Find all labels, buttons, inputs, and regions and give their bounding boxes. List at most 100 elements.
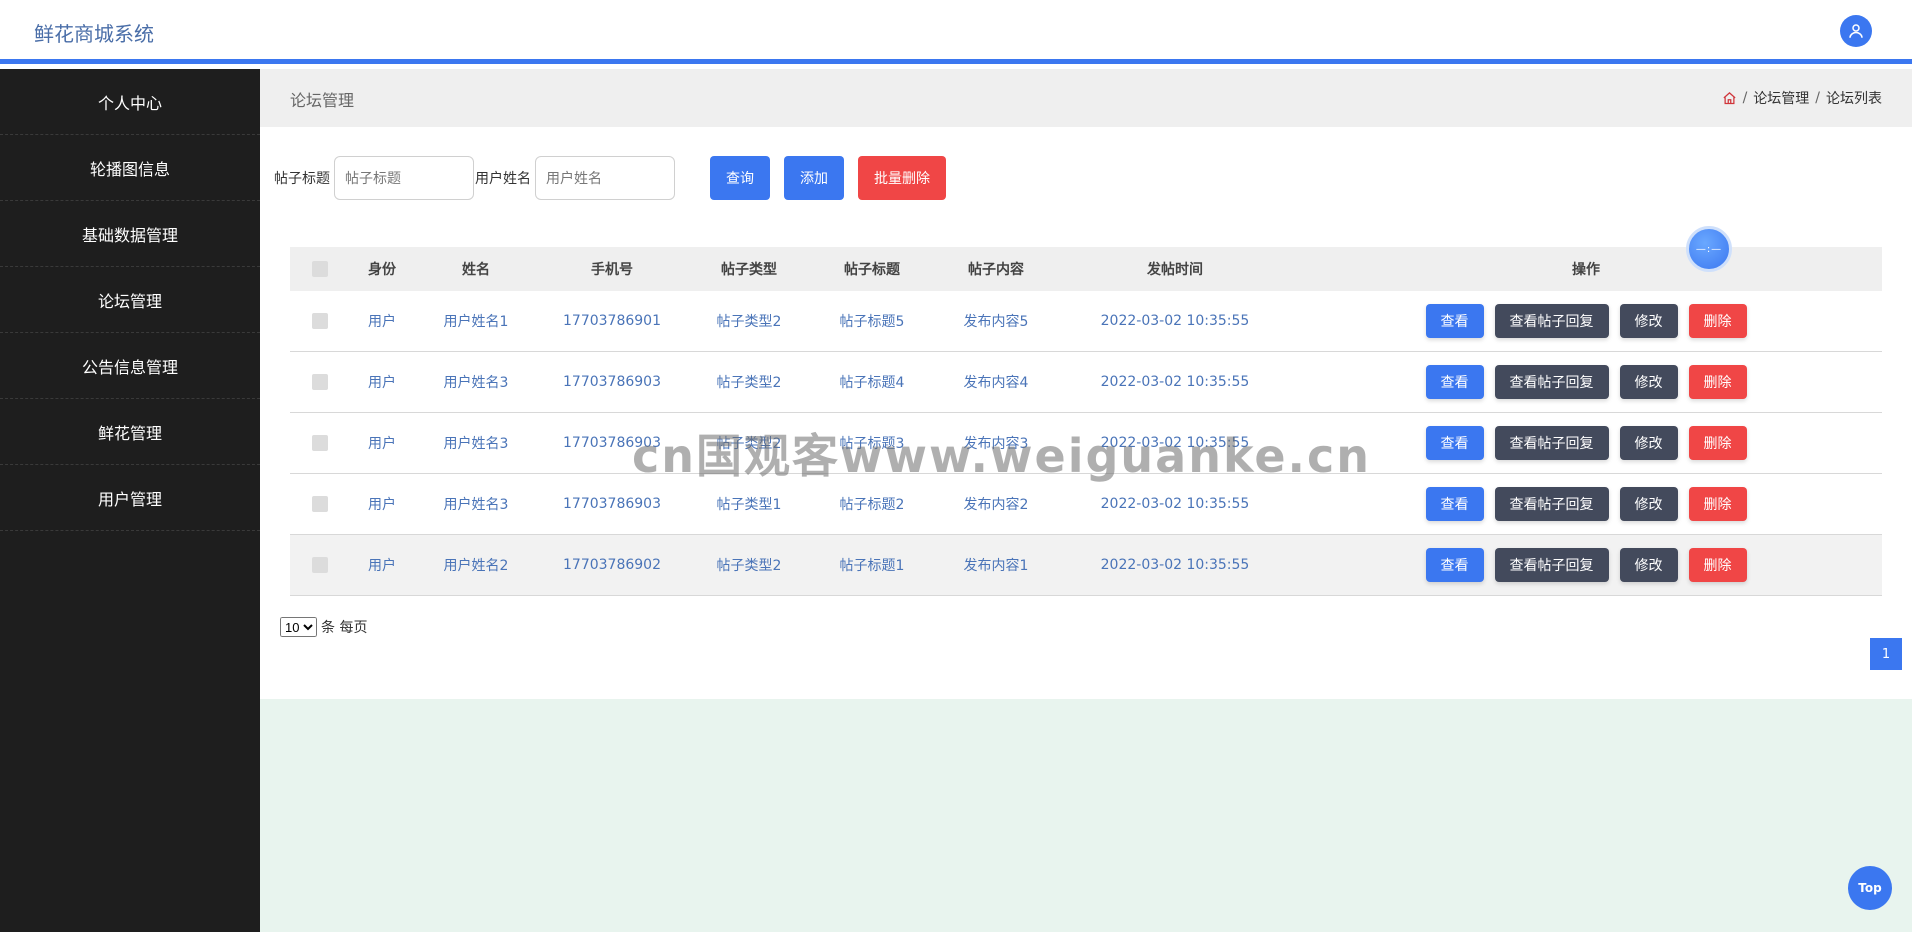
sidebar: 个人中心 轮播图信息 基础数据管理 论坛管理 公告信息管理 鲜花管理 用户管理 (0, 69, 260, 932)
page-number-button[interactable]: 1 (1870, 638, 1902, 670)
post-title-input[interactable] (334, 156, 474, 200)
sidebar-item-label: 鲜花管理 (97, 423, 162, 443)
row-checkbox[interactable] (312, 313, 328, 329)
app-title: 鲜花商城系统 (34, 22, 154, 46)
breadcrumb-separator: / (1742, 90, 1748, 106)
sidebar-item-label: 用户管理 (97, 489, 162, 509)
back-to-top-button[interactable]: Top (1848, 866, 1892, 910)
top-bar: 鲜花商城系统 (0, 0, 1912, 64)
header-post-title: 帖子标题 (844, 262, 900, 278)
batch-delete-button[interactable]: 批量删除 (858, 156, 946, 200)
header-phone: 手机号 (591, 262, 633, 278)
view-button[interactable]: 查看 (1425, 426, 1484, 460)
header-name: 姓名 (462, 262, 490, 278)
cell-post-content: 发布内容1 (963, 558, 1029, 574)
edit-button[interactable]: 修改 (1619, 426, 1678, 460)
delete-button[interactable]: 删除 (1688, 304, 1747, 338)
breadcrumb-item-forum[interactable]: 论坛管理 (1753, 88, 1809, 108)
delete-button[interactable]: 删除 (1688, 426, 1747, 460)
watermark-text: cn国观客www.weiguanke.cn (632, 429, 1372, 483)
cell-role: 用户 (368, 497, 396, 513)
header-actions: 操作 (1572, 262, 1600, 278)
cell-name: 用户姓名1 (443, 314, 509, 330)
page-title: 论坛管理 (290, 91, 355, 110)
cell-post-title: 帖子标题2 (839, 497, 905, 513)
row-checkbox[interactable] (312, 496, 328, 512)
table-row: 用户 用户姓名3 17703786903 帖子类型2 帖子标题4 发布内容4 2… (290, 352, 1882, 413)
cell-name: 用户姓名3 (443, 436, 509, 452)
sidebar-item-announcement[interactable]: 公告信息管理 (0, 333, 260, 399)
select-all-checkbox[interactable] (312, 261, 328, 277)
view-replies-button[interactable]: 查看帖子回复 (1494, 365, 1609, 399)
cell-post-time: 2022-03-02 10:35:55 (1100, 496, 1250, 512)
header-post-time: 发帖时间 (1147, 262, 1203, 278)
sidebar-item-basic-data[interactable]: 基础数据管理 (0, 201, 260, 267)
sidebar-item-label: 轮播图信息 (89, 159, 170, 179)
cell-post-content: 发布内容5 (963, 314, 1029, 330)
add-button[interactable]: 添加 (784, 156, 844, 200)
view-button[interactable]: 查看 (1425, 365, 1484, 399)
sidebar-item-users[interactable]: 用户管理 (0, 465, 260, 531)
cell-post-type: 帖子类型2 (716, 314, 782, 330)
breadcrumb: / 论坛管理 / 论坛列表 (1722, 88, 1882, 108)
view-button[interactable]: 查看 (1425, 304, 1484, 338)
table-header: 身份 姓名 手机号 帖子类型 帖子标题 帖子内容 发帖时间 操作 (290, 247, 1882, 291)
floating-clock-widget[interactable]: —:— (1686, 226, 1732, 272)
cell-post-time: 2022-03-02 10:35:55 (1100, 313, 1250, 329)
cell-phone: 17703786903 (563, 374, 661, 390)
row-checkbox[interactable] (312, 374, 328, 390)
table-row: 用户 用户姓名2 17703786902 帖子类型2 帖子标题1 发布内容1 2… (290, 535, 1882, 596)
delete-button[interactable]: 删除 (1688, 487, 1747, 521)
sidebar-item-forum[interactable]: 论坛管理 (0, 267, 260, 333)
breadcrumb-item-forum-list: 论坛列表 (1826, 91, 1882, 107)
delete-button[interactable]: 删除 (1688, 548, 1747, 582)
sidebar-item-personal-center[interactable]: 个人中心 (0, 69, 260, 135)
edit-button[interactable]: 修改 (1619, 548, 1678, 582)
cell-post-type: 帖子类型1 (716, 497, 782, 513)
query-button[interactable]: 查询 (710, 156, 770, 200)
sidebar-item-label: 论坛管理 (97, 291, 162, 311)
cell-phone: 17703786903 (563, 496, 661, 512)
cell-name: 用户姓名2 (443, 558, 509, 574)
cell-post-time: 2022-03-02 10:35:55 (1100, 374, 1250, 390)
edit-button[interactable]: 修改 (1619, 304, 1678, 338)
view-button[interactable]: 查看 (1425, 548, 1484, 582)
content-panel: 论坛管理 / 论坛管理 / 论坛列表 帖子标题 用户姓名 查询 添加 批量删除 (260, 69, 1912, 699)
floating-clock-label: —:— (1695, 243, 1723, 255)
page-size-select[interactable]: 10 (280, 617, 317, 637)
post-title-label: 帖子标题 (274, 171, 330, 187)
home-icon[interactable] (1722, 91, 1737, 106)
edit-button[interactable]: 修改 (1619, 365, 1678, 399)
user-name-input[interactable] (535, 156, 675, 200)
per-page-label: 条 每页 (321, 620, 368, 636)
header-role: 身份 (368, 262, 396, 278)
cell-post-title: 帖子标题5 (839, 314, 905, 330)
sidebar-item-carousel[interactable]: 轮播图信息 (0, 135, 260, 201)
user-avatar[interactable] (1840, 15, 1872, 47)
cell-name: 用户姓名3 (443, 497, 509, 513)
page-size-control: 10 条 每页 (280, 617, 367, 637)
cell-post-type: 帖子类型2 (716, 558, 782, 574)
edit-button[interactable]: 修改 (1619, 487, 1678, 521)
delete-button[interactable]: 删除 (1688, 365, 1747, 399)
view-replies-button[interactable]: 查看帖子回复 (1494, 304, 1609, 338)
sidebar-item-label: 基础数据管理 (81, 225, 178, 245)
header-post-type: 帖子类型 (721, 262, 777, 278)
view-replies-button[interactable]: 查看帖子回复 (1494, 426, 1609, 460)
view-replies-button[interactable]: 查看帖子回复 (1494, 487, 1609, 521)
sidebar-item-flowers[interactable]: 鲜花管理 (0, 399, 260, 465)
page-header: 论坛管理 / 论坛管理 / 论坛列表 (260, 69, 1912, 127)
cell-role: 用户 (368, 314, 396, 330)
search-bar: 帖子标题 用户姓名 查询 添加 批量删除 (274, 156, 946, 200)
breadcrumb-separator: / (1815, 90, 1820, 106)
sidebar-item-label: 个人中心 (97, 93, 162, 113)
view-button[interactable]: 查看 (1425, 487, 1484, 521)
cell-post-content: 发布内容4 (963, 375, 1029, 391)
row-checkbox[interactable] (312, 557, 328, 573)
user-icon (1849, 24, 1863, 38)
table-row: 用户 用户姓名1 17703786901 帖子类型2 帖子标题5 发布内容5 2… (290, 291, 1882, 352)
row-checkbox[interactable] (312, 435, 328, 451)
cell-post-content: 发布内容2 (963, 497, 1029, 513)
view-replies-button[interactable]: 查看帖子回复 (1494, 548, 1609, 582)
cell-role: 用户 (368, 558, 396, 574)
